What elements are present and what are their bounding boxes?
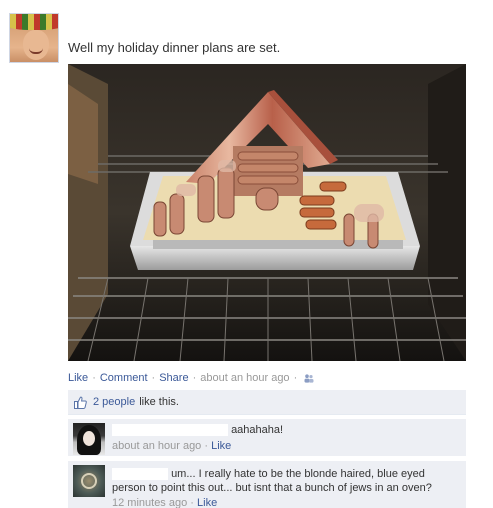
post-actions: Like · Comment · Share · about an hour a…: [68, 372, 314, 384]
avatar-hat: [10, 14, 58, 30]
separator: ·: [151, 372, 156, 384]
commenter-avatar[interactable]: [73, 423, 105, 455]
comment-timestamp: 12 minutes ago: [112, 497, 188, 508]
comment-meta: 12 minutes ago · Like: [112, 497, 217, 508]
like-link[interactable]: Like: [68, 372, 88, 384]
comment-item: aahahaha! about an hour ago · Like: [68, 419, 466, 457]
redacted-name: [112, 468, 168, 481]
likes-bar: 2 people like this.: [68, 390, 466, 415]
comment-text-rest: person to point this out... but isnt tha…: [112, 482, 432, 494]
status-text: Well my holiday dinner plans are set.: [68, 40, 281, 55]
comment-item: um... I really hate to be the blonde hai…: [68, 461, 466, 508]
poster-avatar[interactable]: [9, 13, 59, 63]
comment-text-block: um... I really hate to be the blonde hai…: [112, 467, 462, 495]
post-photo[interactable]: [68, 64, 466, 361]
comment-like-link[interactable]: Like: [197, 497, 217, 508]
separator: ·: [204, 440, 209, 452]
feedback-area: 2 people like this. aahahaha! about an h…: [68, 390, 466, 508]
redacted-name: [112, 424, 228, 437]
comment-link[interactable]: Comment: [100, 372, 148, 384]
share-link[interactable]: Share: [159, 372, 188, 384]
separator: ·: [192, 372, 197, 384]
comment-text-line: aahahaha!: [112, 423, 283, 437]
commenter-avatar[interactable]: [73, 465, 105, 497]
separator: ·: [293, 372, 298, 384]
people-icon[interactable]: [304, 373, 314, 383]
avatar-clock: [81, 473, 97, 489]
comment-text-start: um... I really hate to be the blonde hai…: [171, 468, 425, 480]
oven-photo-illustration: [68, 64, 466, 361]
likes-text: like this.: [139, 396, 179, 408]
thumbs-up-icon: [74, 396, 87, 409]
comment-timestamp: about an hour ago: [112, 440, 202, 452]
comment-text: aahahaha!: [231, 424, 284, 436]
separator: ·: [92, 372, 96, 384]
comment-like-link[interactable]: Like: [211, 440, 231, 452]
like-count-link[interactable]: 2 people: [93, 396, 135, 408]
separator: ·: [190, 497, 194, 508]
post-timestamp[interactable]: about an hour ago: [200, 372, 289, 384]
avatar-face: [83, 431, 95, 446]
avatar-face: [23, 30, 49, 60]
comment-meta: about an hour ago · Like: [112, 440, 231, 452]
